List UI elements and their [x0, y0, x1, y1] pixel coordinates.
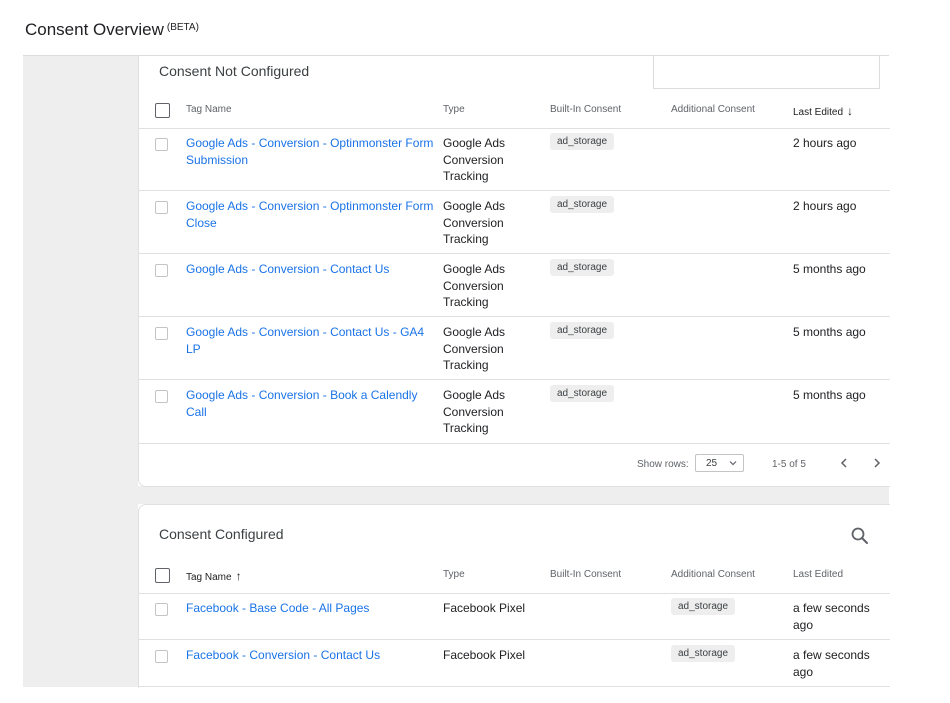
built-in-consent-chip: ad_storage	[550, 133, 615, 150]
table-header: Tag Name ↑ Type Built-In Consent Addition…	[139, 557, 890, 594]
row-checkbox[interactable]	[155, 650, 168, 663]
pagination-range: 1-5 of 5	[772, 459, 806, 470]
card-title: Consent Not Configured	[159, 63, 310, 79]
left-gutter	[23, 56, 138, 687]
last-edited: 5 months ago	[793, 262, 866, 276]
tag-type: Google Ads Conversion Tracking	[443, 325, 506, 373]
table-row[interactable]: Facebook - Conversion - Contact Us Faceb…	[139, 640, 890, 687]
last-edited: 2 hours ago	[793, 199, 857, 213]
sort-arrow-up-icon: ↑	[235, 569, 242, 583]
tag-type: Facebook Pixel	[443, 601, 526, 615]
built-in-consent-chip: ad_storage	[550, 196, 615, 213]
column-header-built-in-consent[interactable]: Built-In Consent	[550, 569, 621, 580]
select-all-checkbox[interactable]	[155, 568, 170, 583]
show-rows-label: Show rows:	[637, 459, 689, 470]
row-checkbox[interactable]	[155, 390, 168, 403]
sort-arrow-down-icon: ↓	[847, 104, 854, 118]
tag-type: Facebook Pixel	[443, 648, 526, 662]
page-title-text: Consent Overview	[25, 20, 164, 39]
last-edited: 5 months ago	[793, 325, 866, 339]
rows-per-page-select[interactable]: 25	[695, 454, 744, 472]
row-checkbox[interactable]	[155, 138, 168, 151]
tag-name-link[interactable]: Facebook - Conversion - Contact Us	[186, 647, 438, 664]
column-header-tag-name[interactable]: Tag Name ↑	[186, 569, 242, 583]
tag-name-link[interactable]: Google Ads - Conversion - Optinmonster F…	[186, 135, 438, 168]
column-header-built-in-consent[interactable]: Built-In Consent	[550, 104, 621, 115]
tag-type: Google Ads Conversion Tracking	[443, 199, 506, 247]
select-all-checkbox[interactable]	[155, 103, 170, 118]
built-in-consent-chip: ad_storage	[550, 259, 615, 276]
card-title: Consent Configured	[159, 526, 284, 542]
card-gap	[138, 486, 889, 504]
tag-type: Google Ads Conversion Tracking	[443, 136, 506, 184]
consent-not-configured-card: Consent Not Configured Tag Name Type Bui…	[138, 56, 890, 487]
table-row[interactable]: Google Ads - Conversion - Book a Calendl…	[139, 380, 890, 444]
table-row[interactable]: Google Ads - Conversion - Contact Us Goo…	[139, 254, 890, 317]
tag-type: Google Ads Conversion Tracking	[443, 388, 506, 436]
consent-configured-card: Consent Configured Tag Name ↑ Type Built-…	[138, 504, 890, 688]
tag-name-link[interactable]: Google Ads - Conversion - Book a Calendl…	[186, 387, 438, 420]
column-header-additional-consent[interactable]: Additional Consent	[671, 104, 755, 115]
row-checkbox[interactable]	[155, 201, 168, 214]
rows-per-page-value: 25	[706, 458, 718, 469]
tag-name-link[interactable]: Google Ads - Conversion - Optinmonster F…	[186, 198, 438, 231]
row-checkbox[interactable]	[155, 327, 168, 340]
built-in-consent-chip: ad_storage	[550, 322, 615, 339]
additional-consent-chip: ad_storage	[671, 645, 736, 662]
column-header-additional-consent[interactable]: Additional Consent	[671, 569, 755, 580]
row-checkbox[interactable]	[155, 264, 168, 277]
last-edited: 2 hours ago	[793, 136, 857, 150]
column-header-type[interactable]: Type	[443, 569, 465, 580]
column-header-type[interactable]: Type	[443, 104, 465, 115]
tag-name-link[interactable]: Google Ads - Conversion - Contact Us - G…	[186, 324, 438, 357]
tag-type: Google Ads Conversion Tracking	[443, 262, 506, 310]
chevron-right-icon[interactable]	[870, 456, 884, 470]
last-edited: 5 months ago	[793, 388, 866, 402]
column-header-last-edited[interactable]: Last Edited	[793, 569, 843, 580]
built-in-consent-chip: ad_storage	[550, 385, 615, 402]
row-checkbox[interactable]	[155, 603, 168, 616]
last-edited: a few seconds ago	[793, 601, 870, 632]
tag-name-link[interactable]: Google Ads - Conversion - Contact Us	[186, 261, 438, 278]
table-row[interactable]: Google Ads - Conversion - Contact Us - G…	[139, 317, 890, 380]
table-row[interactable]: Google Ads - Conversion - Optinmonster F…	[139, 191, 890, 254]
table-row[interactable]: Facebook - Base Code - All Pages Faceboo…	[139, 593, 890, 640]
table-header: Tag Name Type Built-In Consent Additiona…	[139, 92, 890, 129]
table-row[interactable]: Google Ads - Conversion - Optinmonster F…	[139, 128, 890, 191]
last-edited: a few seconds ago	[793, 648, 870, 679]
additional-consent-chip: ad_storage	[671, 598, 736, 615]
last-edited-label: Last Edited	[793, 107, 844, 118]
chevron-down-icon	[729, 461, 737, 466]
beta-badge: (BETA)	[166, 22, 199, 33]
tag-name-link[interactable]: Facebook - Base Code - All Pages	[186, 600, 438, 617]
column-header-last-edited[interactable]: Last Edited ↓	[793, 104, 853, 118]
search-icon[interactable]	[850, 526, 870, 546]
pagination-footer: Show rows: 25 1-5 of 5	[139, 444, 890, 484]
tag-name-label: Tag Name	[186, 572, 232, 583]
page-title: Consent Overview (BETA)	[25, 20, 199, 40]
filter-box[interactable]	[653, 56, 880, 89]
column-header-tag-name[interactable]: Tag Name	[186, 104, 232, 115]
chevron-left-icon[interactable]	[837, 456, 851, 470]
